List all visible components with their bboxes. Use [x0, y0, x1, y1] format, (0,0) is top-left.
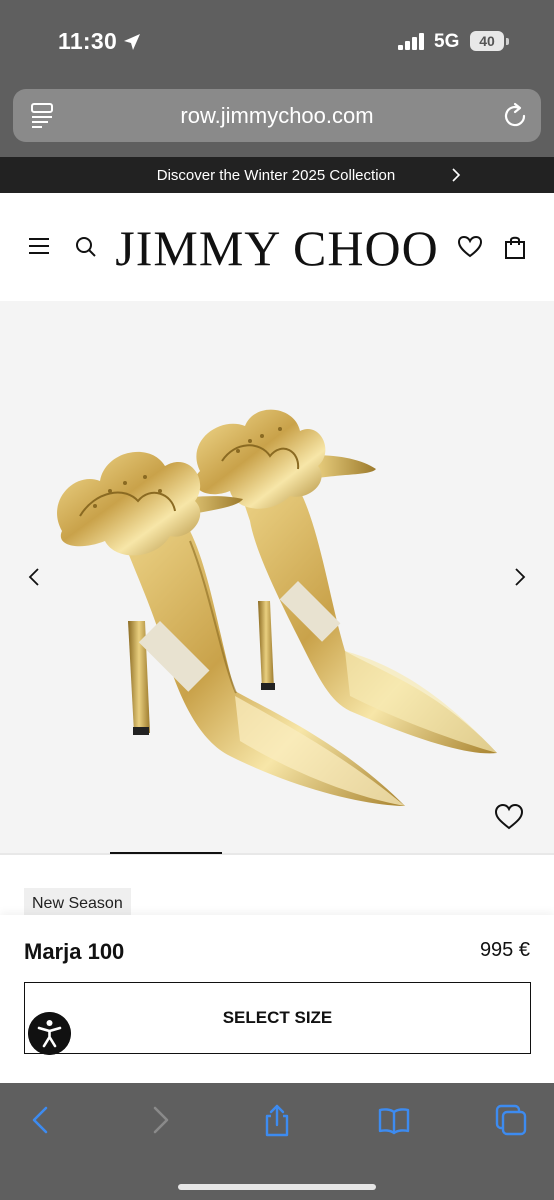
site-header: JIMMY CHOO	[0, 193, 554, 301]
purchase-panel: Marja 100 995 € SELECT SIZE	[0, 915, 554, 1083]
chevron-right-icon[interactable]	[448, 167, 464, 183]
next-image-arrow-icon[interactable]	[510, 566, 530, 588]
bookmarks-icon[interactable]	[377, 1103, 411, 1137]
heart-icon[interactable]	[457, 234, 483, 260]
select-size-button[interactable]: SELECT SIZE	[24, 982, 531, 1054]
network-type: 5G	[434, 31, 460, 52]
address-bar[interactable]: row.jimmychoo.com	[13, 89, 541, 142]
cellular-signal-icon	[398, 33, 424, 50]
product-name: Marja 100	[24, 939, 125, 964]
back-icon[interactable]	[24, 1103, 58, 1137]
status-time: 11:30	[58, 28, 118, 54]
forward-icon[interactable]	[143, 1103, 177, 1137]
promo-banner[interactable]: Discover the Winter 2025 Collection	[0, 157, 554, 193]
gallery-progress-indicator	[110, 852, 222, 854]
browser-top-chrome: 11:30 5G 40 row.jimmychoo.com	[0, 0, 554, 157]
url-text[interactable]: row.jimmychoo.com	[13, 103, 541, 129]
new-season-badge: New Season	[24, 888, 131, 916]
battery-nub	[506, 38, 509, 45]
product-price: 995 €	[479, 939, 530, 961]
product-image[interactable]	[0, 301, 554, 853]
location-arrow-icon	[124, 34, 140, 50]
home-indicator	[178, 1184, 376, 1190]
shopping-bag-icon[interactable]	[502, 234, 528, 260]
accessibility-icon[interactable]	[28, 1012, 71, 1055]
product-gallery[interactable]	[0, 301, 554, 853]
reload-icon[interactable]	[501, 102, 529, 130]
promo-text[interactable]: Discover the Winter 2025 Collection	[0, 167, 552, 184]
battery-icon: 40	[470, 31, 504, 51]
share-icon[interactable]	[260, 1103, 294, 1137]
wishlist-heart-icon[interactable]	[494, 803, 524, 831]
previous-image-arrow-icon[interactable]	[24, 566, 44, 588]
safari-toolbar	[0, 1083, 554, 1200]
tabs-icon[interactable]	[494, 1103, 528, 1137]
